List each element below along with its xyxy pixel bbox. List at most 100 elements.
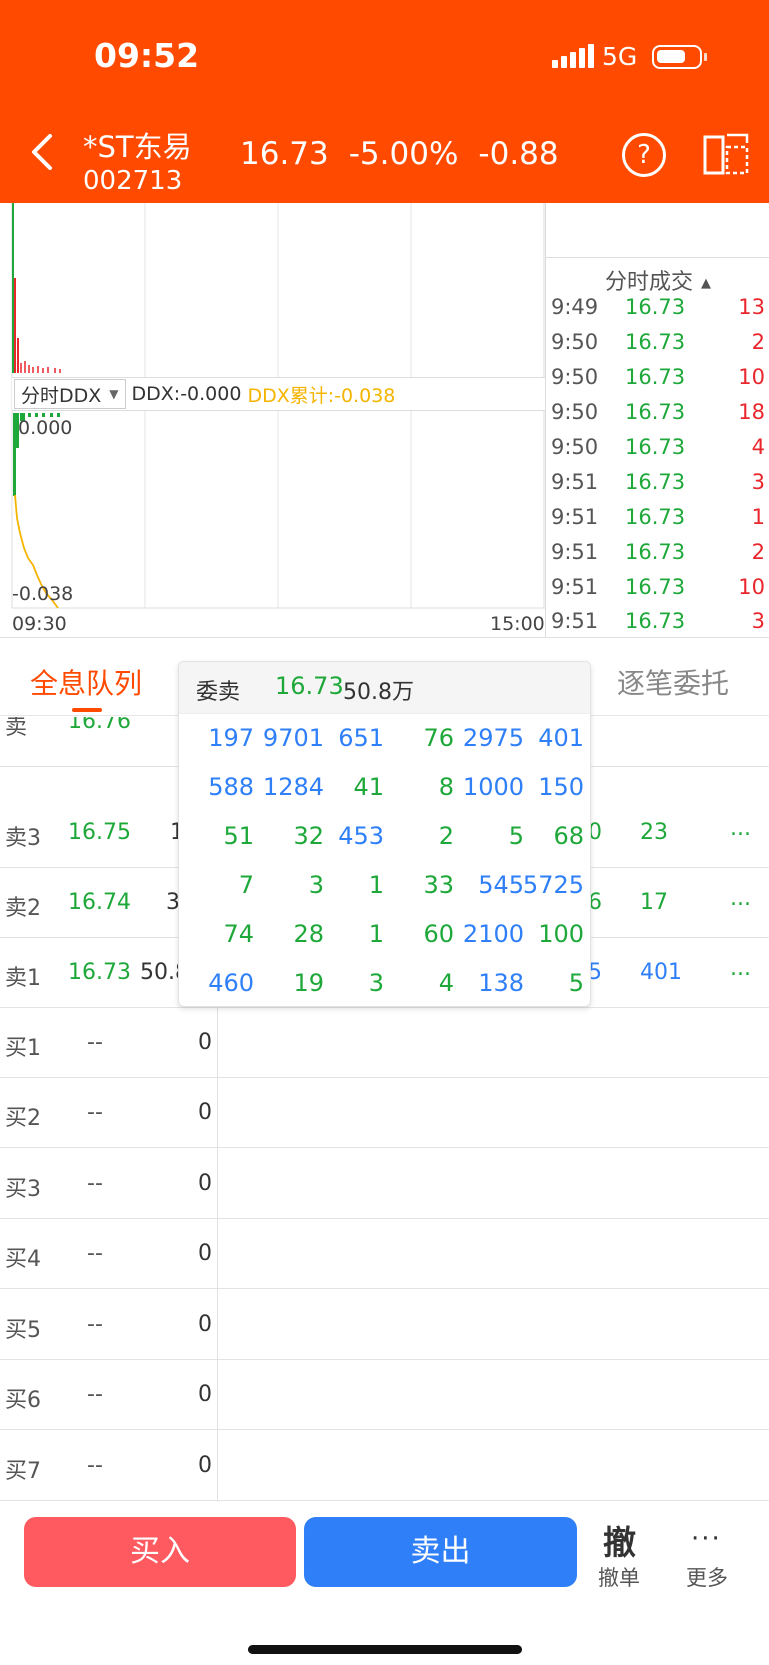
switch-layout-icon[interactable] — [703, 133, 751, 177]
network-type: 5G — [602, 42, 638, 71]
row-more-button[interactable]: ... — [730, 886, 751, 911]
row-price: -- — [87, 1453, 103, 1478]
row-extra-2: 17 — [640, 890, 668, 915]
cancel-order-icon[interactable]: 撤 — [603, 1516, 636, 1564]
row-price: -- — [87, 1171, 103, 1196]
cancel-order-label[interactable]: 撤单 — [598, 1562, 640, 1592]
chart-grid — [11, 203, 545, 609]
tick-row: 9:50 16.73 2 — [546, 330, 769, 364]
row-volume: 0 — [198, 1171, 212, 1196]
more-icon[interactable]: ··· — [691, 1524, 722, 1554]
row-label: 买2 — [5, 1106, 41, 1131]
tick-volume: 10 — [738, 365, 765, 389]
intraday-chart[interactable]: 0.000 -0.038 09:30 15:00 — [0, 203, 545, 638]
popup-grid-cell: 197 — [208, 724, 254, 752]
row-more-button[interactable]: ... — [730, 816, 751, 841]
row-label: 买1 — [5, 1036, 41, 1061]
row-label: 买7 — [5, 1459, 41, 1484]
row-label: 买6 — [5, 1388, 41, 1413]
row-price: -- — [87, 1030, 103, 1055]
time-axis-end: 15:00 — [490, 613, 545, 635]
tick-trades-header[interactable]: 分时成交 ▲ — [546, 257, 769, 296]
sell-button[interactable]: 卖出 — [304, 1517, 577, 1587]
popup-grid-cell: 68 — [553, 822, 584, 850]
tick-trades-title: 分时成交 — [604, 270, 693, 295]
popup-header: 委卖 16.73 50.8万 — [179, 662, 590, 714]
buy-row-3[interactable]: 买3 -- 0 — [0, 1149, 769, 1219]
home-indicator[interactable] — [248, 1645, 522, 1654]
sort-up-icon: ▲ — [701, 275, 711, 291]
row-price: 16.73 — [68, 960, 131, 985]
more-label[interactable]: 更多 — [686, 1562, 728, 1592]
tick-volume: 18 — [738, 400, 765, 424]
buy-row-5[interactable]: 买5 -- 0 — [0, 1290, 769, 1360]
popup-amount: 50.8万 — [343, 680, 414, 705]
popup-grid-cell: 2 — [438, 822, 454, 850]
popup-grid-cell: 3 — [368, 969, 384, 997]
popup-queue-grid: 197 9701 651 76 2975 401 588 1284 41 8 1000 150 51 32… — [179, 714, 592, 1008]
row-volume: 0 — [198, 1312, 212, 1337]
tick-time: 9:50 — [551, 400, 599, 424]
row-price: -- — [87, 1312, 103, 1337]
buy-row-2[interactable]: 买2 -- 0 — [0, 1078, 769, 1148]
ddx-selector[interactable]: 分时DDX ▼ — [14, 379, 126, 409]
tick-price: 16.73 — [625, 470, 686, 494]
help-button[interactable]: ? — [622, 133, 666, 177]
tick-trades-panel[interactable]: 分时成交 ▲ 9:49 16.73 13 9:50 16.73 2 9:50 16.73 10… — [545, 203, 769, 638]
tab-full-queue[interactable]: 全息队列 — [30, 662, 142, 702]
popup-grid-cell: 5725 — [522, 871, 584, 899]
popup-grid-cell: 453 — [338, 822, 384, 850]
row-price: -- — [87, 1241, 103, 1266]
popup-grid-row: 74 28 1 60 2100 100 — [179, 910, 592, 959]
buy-row-6[interactable]: 买6 -- 0 — [0, 1360, 769, 1430]
popup-grid-cell: 33 — [423, 871, 454, 899]
tick-price: 16.73 — [625, 540, 686, 564]
stock-code: 002713 — [83, 166, 183, 196]
tick-volume: 1 — [751, 505, 765, 529]
row-more-button[interactable]: ... — [730, 956, 751, 981]
status-time: 09:52 — [94, 36, 200, 75]
time-axis-start: 09:30 — [12, 613, 67, 635]
popup-grid-row: 197 9701 651 76 2975 401 — [179, 714, 592, 763]
popup-grid-cell: 651 — [338, 724, 384, 752]
buy-row-7[interactable]: 买7 -- 0 — [0, 1431, 769, 1501]
signal-icon — [552, 44, 594, 68]
popup-grid-row: 7 3 1 33 545 5725 — [179, 861, 592, 910]
tick-time: 9:50 — [551, 330, 599, 354]
tick-time: 9:51 — [551, 609, 599, 633]
tick-time: 9:51 — [551, 470, 599, 494]
tick-row: 9:51 16.73 1 — [546, 505, 769, 539]
buy-button[interactable]: 买入 — [24, 1517, 296, 1587]
popup-grid-cell: 60 — [423, 920, 454, 948]
ddx-indicator-bar: 分时DDX ▼ DDX:-0.000 DDX累计:-0.038 — [12, 377, 545, 411]
row-price: -- — [87, 1100, 103, 1125]
popup-grid-cell: 4 — [438, 969, 454, 997]
tab-order-by-order[interactable]: 逐笔委托 — [617, 662, 729, 702]
popup-grid-cell: 76 — [423, 724, 454, 752]
tick-time: 9:50 — [551, 365, 599, 389]
stock-quote: 16.73 -5.00% -0.88 — [240, 136, 559, 172]
row-label: 买5 — [5, 1318, 41, 1343]
tick-time: 9:51 — [551, 575, 599, 599]
row-extra-2: 401 — [640, 960, 682, 985]
tick-price: 16.73 — [625, 295, 686, 319]
tick-price: 16.73 — [625, 330, 686, 354]
buy-row-1[interactable]: 买1 -- 0 — [0, 1008, 769, 1078]
change-amount: -0.88 — [478, 136, 559, 172]
popup-grid-row: 460 19 3 4 138 5 — [179, 959, 592, 1008]
buy-row-4[interactable]: 买4 -- 0 — [0, 1219, 769, 1289]
row-price: 16.75 — [68, 820, 131, 845]
popup-grid-cell: 41 — [353, 773, 384, 801]
back-icon[interactable] — [24, 130, 60, 174]
tick-row: 9:50 16.73 4 — [546, 435, 769, 469]
tick-volume: 10 — [738, 575, 765, 599]
row-label: 卖3 — [5, 826, 41, 851]
popup-grid-row: 588 1284 41 8 1000 150 — [179, 763, 592, 812]
tick-volume: 3 — [751, 470, 765, 494]
bottom-action-bar: 买入 卖出 撤 撤单 ··· 更多 — [0, 1502, 769, 1665]
tick-price: 16.73 — [625, 575, 686, 599]
popup-grid-cell: 51 — [223, 822, 254, 850]
tick-price: 16.73 — [625, 400, 686, 424]
row-extra-2: 23 — [640, 820, 668, 845]
sell-queue-popup[interactable]: 委卖 16.73 50.8万 197 9701 651 76 2975 401 588 128… — [178, 661, 591, 1007]
